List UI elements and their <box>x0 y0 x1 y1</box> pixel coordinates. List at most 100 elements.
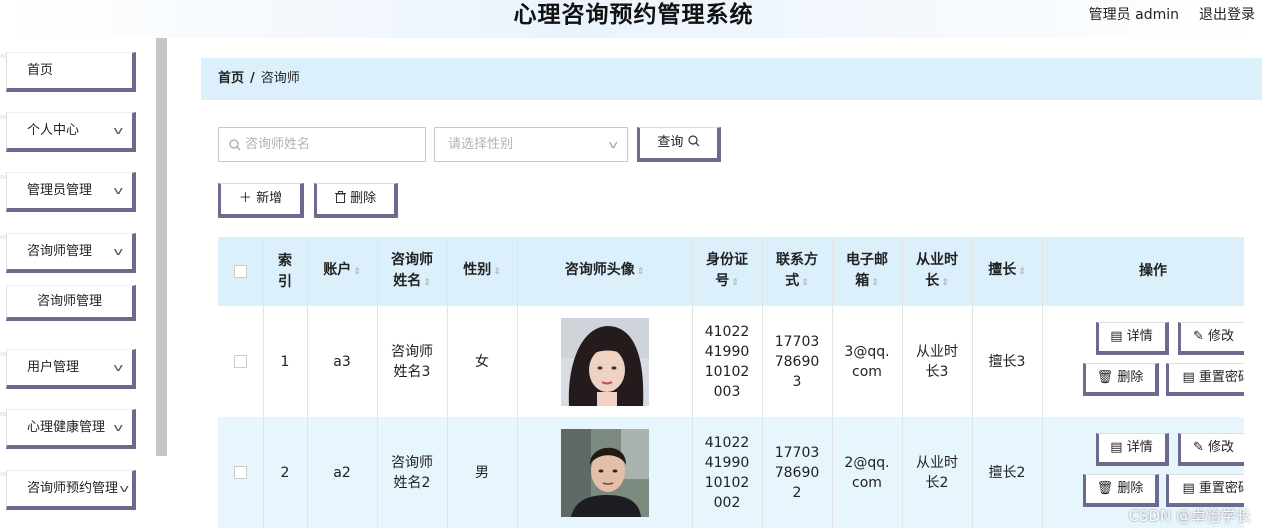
gender-cell: 女 <box>447 306 518 417</box>
batch-delete-button[interactable]: 删除 <box>314 183 398 218</box>
reset-password-button[interactable]: ▤ 重置密码 <box>1165 363 1244 396</box>
add-button[interactable]: ＋ 新增 <box>218 183 304 218</box>
column-header-years[interactable]: 从业时长 ⇕ <box>902 237 973 306</box>
detail-button[interactable]: ▤ 详情 <box>1095 322 1169 355</box>
column-header-operations: 操作 <box>1042 237 1244 306</box>
sort-icon[interactable]: ⇕ <box>423 278 431 288</box>
column-header-email[interactable]: 电子邮箱 ⇕ <box>832 237 903 306</box>
plus-icon: ＋ <box>238 191 252 206</box>
breadcrumb-current: 咨询师 <box>260 71 300 86</box>
avatar-cell <box>517 417 693 528</box>
years-cell: 从业时长3 <box>902 306 973 417</box>
delete-button[interactable]: 🗑︎ 删除 <box>1082 474 1159 507</box>
sidebar-item-label: 管理员管理 <box>27 183 93 198</box>
document-icon: ▤ <box>1110 440 1127 455</box>
sidebar-scrollbar[interactable] <box>156 38 167 456</box>
logout-link[interactable]: 退出登录 <box>1199 4 1255 24</box>
trash-icon <box>334 191 350 206</box>
row-checkbox[interactable] <box>233 466 247 479</box>
edit-button[interactable]: ✎ 修改 <box>1177 433 1244 466</box>
account-cell: a3 <box>307 306 378 417</box>
phone-cell: 17703786903 <box>762 306 833 417</box>
breadcrumb: 首页 / 咨询师 <box>201 58 1262 100</box>
delete-button-label: 删除 <box>350 191 377 206</box>
chevron-up-icon: v <box>113 245 124 258</box>
column-header-avatar[interactable]: 咨询师头像 ⇕ <box>517 237 693 306</box>
table-row: 1 a3 咨询师姓名3 女 410224199010102003 1770378… <box>218 306 1244 417</box>
top-right-area: 管理员 admin 退出登录 <box>1089 4 1255 24</box>
sidebar-item-admin-management[interactable]: 管理员管理 v <box>6 172 136 212</box>
column-header-account[interactable]: 账户 ⇕ <box>307 237 378 306</box>
name-cell: 咨询师姓名3 <box>377 306 448 417</box>
select-all-checkbox[interactable] <box>233 264 247 278</box>
column-header-specialty[interactable]: 擅长 ⇕ <box>972 237 1043 306</box>
breadcrumb-home[interactable]: 首页 <box>218 71 244 86</box>
sidebar-item-personal-center[interactable]: 个人中心 v <box>6 112 136 152</box>
column-header-id-card[interactable]: 身份证号 ⇕ <box>692 237 763 306</box>
chevron-down-icon: v <box>113 361 124 374</box>
query-button[interactable]: 查询 <box>637 127 721 162</box>
select-all-checkbox-cell <box>218 237 264 306</box>
chevron-down-icon: v <box>113 421 124 434</box>
pencil-icon: ✎ <box>1192 329 1208 344</box>
pencil-icon: ✎ <box>1192 440 1208 455</box>
reset-password-button[interactable]: ▤ 重置密码 <box>1165 474 1244 507</box>
sidebar-subitem-counselor-management[interactable]: 咨询师管理 <box>6 285 136 321</box>
specialty-cell: 擅长2 <box>972 417 1043 528</box>
gender-select[interactable]: 请选择性别 v <box>434 127 628 162</box>
sort-icon[interactable]: ⇕ <box>637 267 645 277</box>
sidebar-item-home[interactable]: 首页 <box>6 52 136 92</box>
detail-button[interactable]: ▤ 详情 <box>1095 433 1169 466</box>
counselor-name-search-input[interactable]: 咨询师姓名 <box>218 127 426 162</box>
sort-icon[interactable]: ⇕ <box>871 278 879 288</box>
trash-icon: 🗑︎ <box>1096 370 1118 385</box>
sort-icon[interactable]: ⇕ <box>941 278 949 288</box>
row-checkbox[interactable] <box>233 355 247 368</box>
sidebar-item-user-management[interactable]: 用户管理 v <box>6 349 136 389</box>
row-checkbox-cell <box>218 306 264 417</box>
app-title: 心理咨询预约管理系统 <box>513 2 754 28</box>
sidebar-item-label: 咨询师管理 <box>27 244 93 259</box>
counselor-table: 索引 账户 ⇕ 咨询师姓名 ⇕ 性别 ⇕ 咨询师头像 ⇕ 身份证号 ⇕ 联系方式 ⇕ 电子邮… <box>218 237 1244 532</box>
email-cell: 2@qq.com <box>832 417 903 528</box>
chevron-down-icon: v <box>113 124 124 137</box>
index-cell: 1 <box>263 306 308 417</box>
sort-icon[interactable]: ⇕ <box>1018 267 1026 277</box>
edit-button[interactable]: ✎ 修改 <box>1177 322 1244 355</box>
delete-button[interactable]: 🗑︎ 删除 <box>1082 363 1159 396</box>
counselor-avatar-image <box>560 317 649 406</box>
column-header-phone[interactable]: 联系方式 ⇕ <box>762 237 833 306</box>
breadcrumb-separator: / <box>250 71 255 86</box>
counselor-avatar-image <box>560 428 649 517</box>
column-header-gender[interactable]: 性别 ⇕ <box>447 237 518 306</box>
gender-cell: 男 <box>447 417 518 528</box>
sort-icon[interactable]: ⇕ <box>801 278 809 288</box>
sidebar-item-appointment-management[interactable]: 咨询师预约管理 v <box>6 470 136 510</box>
sidebar-item-label: 咨询师预约管理 <box>27 481 119 496</box>
document-icon: ▤ <box>1110 329 1127 344</box>
chevron-down-icon: v <box>608 138 619 151</box>
email-cell: 3@qq.com <box>832 306 903 417</box>
column-header-name[interactable]: 咨询师姓名 ⇕ <box>377 237 448 306</box>
id-card-cell: 410224199010102002 <box>692 417 763 528</box>
watermark: CSDN @卓怡学长 <box>1128 507 1251 525</box>
chevron-down-icon: v <box>119 482 130 495</box>
search-placeholder: 咨询师姓名 <box>245 137 311 152</box>
sort-icon[interactable]: ⇕ <box>493 267 501 277</box>
admin-user-label[interactable]: 管理员 admin <box>1089 4 1179 24</box>
add-button-label: 新增 <box>256 191 283 206</box>
sort-icon[interactable]: ⇕ <box>731 278 739 288</box>
sidebar-item-label: 个人中心 <box>27 123 80 138</box>
document-icon: ▤ <box>1182 370 1199 385</box>
query-button-label: 查询 <box>657 135 684 150</box>
sort-icon[interactable]: ⇕ <box>353 267 361 277</box>
gender-select-placeholder: 请选择性别 <box>448 137 514 152</box>
search-icon <box>687 135 700 150</box>
sidebar: 首页 个人中心 v 管理员管理 v 咨询师管理 v 咨询师管理 用户管理 v 心… <box>0 38 168 532</box>
table-header-row: 索引 账户 ⇕ 咨询师姓名 ⇕ 性别 ⇕ 咨询师头像 ⇕ 身份证号 ⇕ 联系方式 ⇕ 电子邮… <box>218 237 1244 306</box>
sidebar-item-label: 心理健康管理 <box>27 420 106 435</box>
sidebar-item-mental-health[interactable]: 心理健康管理 v <box>6 409 136 449</box>
table-row: 2 a2 咨询师姓名2 男 410224199010102002 1770378… <box>218 417 1244 528</box>
sidebar-item-counselor-management[interactable]: 咨询师管理 v <box>6 233 136 273</box>
id-card-cell: 410224199010102003 <box>692 306 763 417</box>
